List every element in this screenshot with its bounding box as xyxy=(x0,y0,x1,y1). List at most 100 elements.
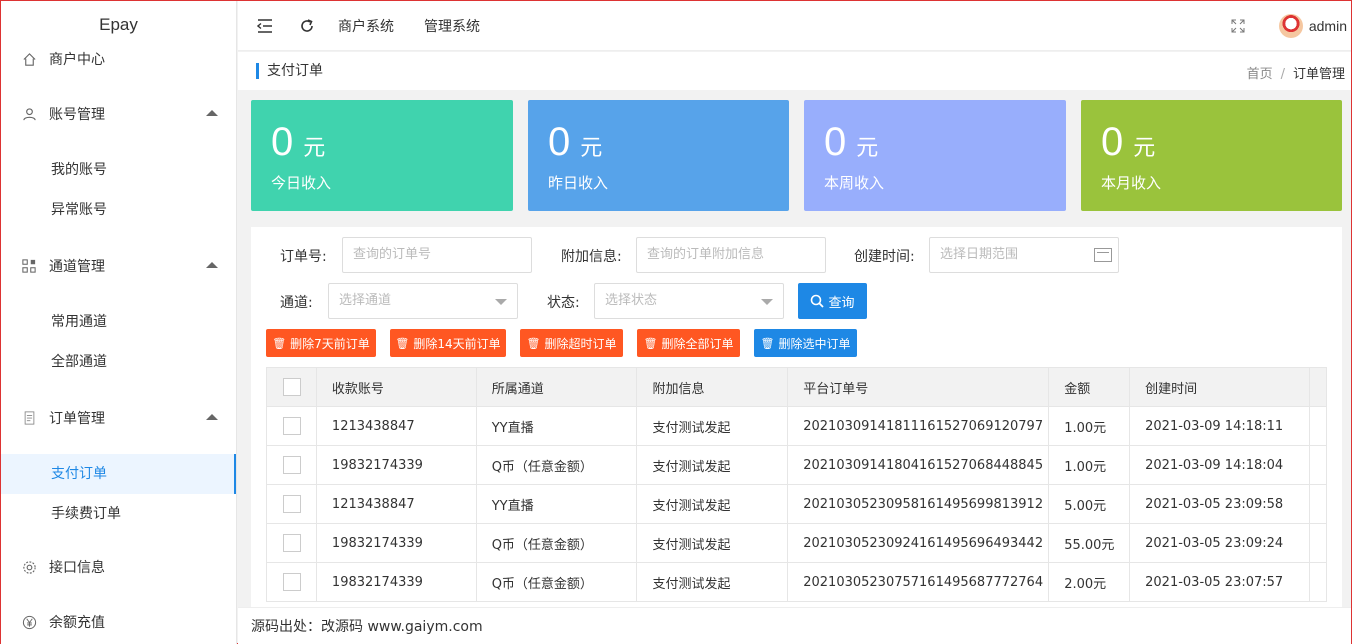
table-row[interactable]: 1213438847 YY直播 支付测试发起 20210305230958161… xyxy=(266,484,1327,524)
sidebar-item-account-mgmt[interactable]: 账号管理 xyxy=(1,88,236,140)
cell-extra: 支付测试发起 xyxy=(636,406,789,446)
cell-order-no: 20210305230958161495699813912 xyxy=(787,484,1050,524)
breadcrumb-home[interactable]: 首页 xyxy=(1247,67,1273,82)
sidebar-item-channel-mgmt[interactable]: 通道管理 xyxy=(1,240,236,292)
cell-account: 1213438847 xyxy=(315,484,477,524)
cell-amount: 55.00元 xyxy=(1048,523,1131,563)
avatar[interactable] xyxy=(1278,14,1303,38)
order-no-input[interactable]: 查询的订单号 xyxy=(342,237,532,273)
card-value-wrap: 0元 xyxy=(824,122,878,168)
extra-info-input[interactable]: 查询的订单附加信息 xyxy=(636,237,826,273)
sidebar-item-merchant-center[interactable]: 商户中心 xyxy=(1,33,236,85)
card-label: 今日收入 xyxy=(271,174,332,192)
sidebar-item-fee-order[interactable]: 手续费订单 xyxy=(1,494,236,534)
cell-amount: 1.00元 xyxy=(1048,406,1131,446)
sidebar-item-abnormal-account[interactable]: 异常账号 xyxy=(1,190,236,230)
cell-channel: Q币（任意金额） xyxy=(475,562,638,602)
create-time-label: 创建时间: xyxy=(854,249,915,265)
cell-extra: 支付测试发起 xyxy=(636,562,789,602)
cell-time: 2021-03-05 23:07:57 xyxy=(1129,562,1310,602)
query-button[interactable]: 查询 xyxy=(798,283,867,319)
stat-cards: 0元 今日收入 0元 昨日收入 0元 本周收入 0元 本月收入 xyxy=(251,100,1342,211)
home-icon xyxy=(21,51,37,67)
button-label: 删除7天前订单 xyxy=(290,336,370,351)
button-label: 删除超时订单 xyxy=(544,336,617,351)
select-all-checkbox[interactable] xyxy=(283,378,301,396)
fullscreen-icon[interactable] xyxy=(1231,19,1245,33)
cell-time: 2021-03-05 23:09:24 xyxy=(1129,523,1310,563)
column-header[interactable]: 创建时间 xyxy=(1129,367,1310,407)
cell-order-no: 20210309141804161527068448845 xyxy=(787,445,1050,485)
scroll-gutter xyxy=(1309,406,1327,446)
cell-channel: YY直播 xyxy=(475,484,638,524)
column-header[interactable]: 所属通道 xyxy=(475,367,638,407)
row-checkbox[interactable] xyxy=(283,573,301,591)
menu-fold-icon[interactable] xyxy=(256,17,274,35)
trash-icon: 🗑 xyxy=(526,336,541,350)
row-checkbox[interactable] xyxy=(283,495,301,513)
sidebar-label: 接口信息 xyxy=(49,560,105,576)
nav-admin-system[interactable]: 管理系统 xyxy=(424,16,480,36)
breadcrumb-current: 订单管理 xyxy=(1292,67,1345,82)
grid-icon xyxy=(21,258,37,274)
cell-account: 19832174339 xyxy=(315,562,477,602)
delete-timeout-button[interactable]: 🗑 删除超时订单 xyxy=(520,329,623,357)
status-select[interactable]: 选择状态 xyxy=(594,283,784,319)
page-title: 支付订单 xyxy=(256,63,323,79)
column-header[interactable]: 金额 xyxy=(1048,367,1131,407)
delete-14days-button[interactable]: 🗑 删除14天前订单 xyxy=(390,329,506,357)
channel-select[interactable]: 选择通道 xyxy=(328,283,518,319)
column-header[interactable]: 收款账号 xyxy=(315,367,477,407)
refresh-icon[interactable] xyxy=(298,17,316,35)
row-checkbox[interactable] xyxy=(283,417,301,435)
column-header[interactable]: 附加信息 xyxy=(636,367,789,407)
table-row[interactable]: 1213438847 YY直播 支付测试发起 20210309141811161… xyxy=(266,406,1327,446)
scroll-gutter xyxy=(1309,484,1327,524)
scroll-gutter xyxy=(1309,367,1327,407)
trash-icon: 🗑 xyxy=(760,336,775,350)
sidebar-item-all-channel[interactable]: 全部通道 xyxy=(1,342,236,382)
column-header[interactable]: 平台订单号 xyxy=(787,367,1050,407)
order-table: 收款账号 所属通道 附加信息 平台订单号 金额 创建时间 1213438847 … xyxy=(266,367,1327,602)
breadcrumb: 首页 / 订单管理 xyxy=(1247,63,1345,82)
table-row[interactable]: 19832174339 Q币（任意金额） 支付测试发起 202103052307… xyxy=(266,562,1327,602)
caret-up-icon xyxy=(206,262,218,268)
card-label: 本周收入 xyxy=(824,174,885,192)
sidebar-item-common-channel[interactable]: 常用通道 xyxy=(1,302,236,342)
cell-extra: 支付测试发起 xyxy=(636,523,789,563)
row-checkbox[interactable] xyxy=(283,456,301,474)
table-row[interactable]: 19832174339 Q币（任意金额） 支付测试发起 202103052309… xyxy=(266,523,1327,563)
card-yesterday-income: 0元 昨日收入 xyxy=(528,100,789,211)
sidebar-item-recharge[interactable]: 余额充值 xyxy=(1,596,236,644)
date-range-input[interactable]: 选择日期范围 xyxy=(929,237,1119,273)
cell-amount: 1.00元 xyxy=(1048,445,1131,485)
calendar-icon xyxy=(1094,248,1112,262)
delete-7days-button[interactable]: 🗑 删除7天前订单 xyxy=(266,329,376,357)
nav-merchant-system[interactable]: 商户系统 xyxy=(338,16,394,36)
username[interactable]: admin xyxy=(1309,18,1347,34)
sidebar-item-my-account[interactable]: 我的账号 xyxy=(1,150,236,190)
caret-up-icon xyxy=(206,414,218,420)
topbar: 商户系统 管理系统 admin xyxy=(238,1,1351,51)
card-unit: 元 xyxy=(580,135,603,160)
row-checkbox-cell xyxy=(266,523,317,563)
gear-icon xyxy=(21,559,37,575)
delete-all-button[interactable]: 🗑 删除全部订单 xyxy=(637,329,740,357)
sidebar-item-api-info[interactable]: 接口信息 xyxy=(1,541,236,593)
sidebar-item-order-mgmt[interactable]: 订单管理 xyxy=(1,392,236,444)
sidebar-item-pay-order[interactable]: 支付订单 xyxy=(1,454,236,494)
table-row[interactable]: 19832174339 Q币（任意金额） 支付测试发起 202103091418… xyxy=(266,445,1327,485)
order-no-label: 订单号: xyxy=(280,249,327,265)
delete-selected-button[interactable]: 🗑 删除选中订单 xyxy=(754,329,857,357)
cell-time: 2021-03-09 14:18:04 xyxy=(1129,445,1310,485)
row-checkbox-cell xyxy=(266,562,317,602)
table-header-row: 收款账号 所属通道 附加信息 平台订单号 金额 创建时间 xyxy=(266,367,1327,407)
user-icon xyxy=(21,106,37,122)
card-value: 0 xyxy=(824,120,847,164)
cell-channel: Q币（任意金额） xyxy=(475,445,638,485)
card-value: 0 xyxy=(1101,120,1124,164)
cell-account: 19832174339 xyxy=(315,523,477,563)
cell-amount: 5.00元 xyxy=(1048,484,1131,524)
row-checkbox[interactable] xyxy=(283,534,301,552)
sidebar-label: 余额充值 xyxy=(49,615,105,631)
